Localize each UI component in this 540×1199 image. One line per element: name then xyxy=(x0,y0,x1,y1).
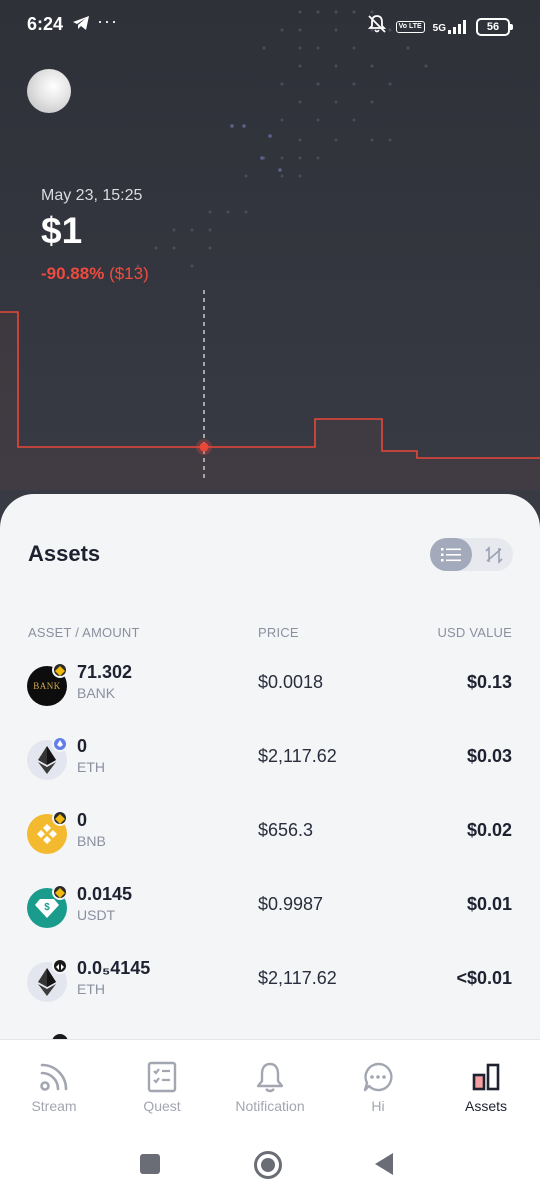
volte-indicator: Vo LTE xyxy=(395,20,425,33)
chain-badge-icon xyxy=(52,662,68,678)
mute-icon xyxy=(366,14,388,39)
asset-symbol: ETH xyxy=(77,981,105,997)
asset-usd-value: <$0.01 xyxy=(456,968,512,988)
asset-symbol: USDT xyxy=(77,907,116,923)
portfolio-chart[interactable] xyxy=(0,290,540,490)
asset-amount: 0.0145 xyxy=(77,884,133,904)
chain-badge-icon xyxy=(52,884,68,900)
change-amount: ($13) xyxy=(109,264,149,283)
list-view-button[interactable] xyxy=(430,538,472,571)
system-navigation-bar xyxy=(0,1132,540,1199)
asset-usd-value: $0.02 xyxy=(466,820,512,840)
assets-sheet: Assets ASSET / AMOUNT PRICE USD VALUE BA… xyxy=(0,494,540,1039)
profile-avatar[interactable] xyxy=(27,69,71,113)
sort-view-button[interactable] xyxy=(474,538,513,571)
bell-icon xyxy=(256,1062,284,1093)
column-header-price: PRICE xyxy=(258,625,299,640)
battery-indicator: 56 xyxy=(476,17,513,36)
network-type: 5G xyxy=(432,22,446,34)
checklist-icon xyxy=(147,1061,177,1093)
nav-label: Hi xyxy=(371,1098,385,1114)
asset-symbol: BNB xyxy=(77,833,106,849)
status-time: 6:24 xyxy=(27,14,64,34)
ethereum-badge-icon xyxy=(52,736,68,752)
asset-price: $2,117.62 xyxy=(258,968,337,988)
asset-row-usdt[interactable]: $ 0.0145 USDT $0.9987 $0.01 xyxy=(0,884,540,962)
asset-usd-value: $0.03 xyxy=(466,746,512,766)
sort-icon xyxy=(484,545,503,564)
view-toggle xyxy=(430,538,513,571)
asset-row-bank[interactable]: BANK 71.302 BANK $0.0018 $0.13 xyxy=(0,662,540,740)
asset-price: $656.3 xyxy=(258,820,314,840)
asset-row-bnb[interactable]: 0 BNB $656.3 $0.02 xyxy=(0,810,540,888)
portfolio-header: 6:24 ··· Vo LTE 5G 56 May 23, 15:25 $1 -… xyxy=(0,0,540,540)
asset-price: $0.9987 xyxy=(258,894,324,914)
nav-item-stream[interactable]: Stream xyxy=(0,1040,108,1133)
asset-row-eth-2[interactable]: 0.0₅4145 ETH $2,117.62 <$0.01 xyxy=(0,958,540,1036)
bar-chart-icon xyxy=(472,1063,500,1091)
nav-label: Assets xyxy=(464,1098,507,1114)
asset-price: $0.0018 xyxy=(258,672,324,692)
rss-icon xyxy=(40,1063,68,1091)
recent-apps-button[interactable] xyxy=(140,1154,160,1174)
asset-symbol: ETH xyxy=(77,759,105,775)
chart-area xyxy=(0,312,540,490)
telegram-icon xyxy=(72,15,90,36)
asset-usd-value: $0.01 xyxy=(466,894,512,914)
asset-price: $2,117.62 xyxy=(258,746,337,766)
portfolio-change: -90.88% ($13) xyxy=(41,264,149,284)
assets-title: Assets xyxy=(28,541,101,566)
nav-item-assets[interactable]: Assets xyxy=(432,1040,540,1133)
portfolio-balance: $1 xyxy=(41,210,83,251)
status-bar: 6:24 ··· Vo LTE 5G 56 xyxy=(0,0,540,50)
asset-amount: 0 xyxy=(77,810,88,830)
chart-marker xyxy=(199,442,209,452)
chain-badge-icon xyxy=(52,810,68,826)
nav-label: Quest xyxy=(143,1098,181,1114)
nav-item-hi[interactable]: Hi xyxy=(324,1040,432,1133)
asset-usd-value: $0.13 xyxy=(466,672,512,692)
nav-label: Notification xyxy=(235,1098,305,1114)
svg-text:$: $ xyxy=(44,902,50,913)
asset-amount: 71.302 xyxy=(77,662,133,682)
nav-label: Stream xyxy=(31,1098,77,1114)
asset-amount: 0 xyxy=(77,736,88,756)
signal-indicator: 5G xyxy=(432,19,468,34)
home-button[interactable] xyxy=(254,1151,282,1179)
chart-date-label: May 23, 15:25 xyxy=(41,187,143,204)
asset-amount: 0.0₅4145 xyxy=(77,958,151,978)
bridge-badge-icon xyxy=(52,958,68,974)
back-button[interactable] xyxy=(373,1152,395,1176)
nav-item-quest[interactable]: Quest xyxy=(108,1040,216,1133)
more-notifications-icon: ··· xyxy=(97,11,118,31)
chart-series-line xyxy=(0,311,540,459)
column-header-asset: ASSET / AMOUNT xyxy=(28,625,140,640)
change-percent: -90.88% xyxy=(41,264,105,283)
asset-row-eth[interactable]: 0 ETH $2,117.62 $0.03 xyxy=(0,736,540,814)
asset-symbol: BANK xyxy=(77,685,116,701)
chat-bubble-icon xyxy=(363,1062,393,1092)
nav-item-notification[interactable]: Notification xyxy=(216,1040,324,1133)
list-icon xyxy=(441,547,461,561)
column-header-usd: USD VALUE xyxy=(437,625,512,640)
bottom-nav: Stream Quest Notification Hi Assets xyxy=(0,1039,540,1132)
